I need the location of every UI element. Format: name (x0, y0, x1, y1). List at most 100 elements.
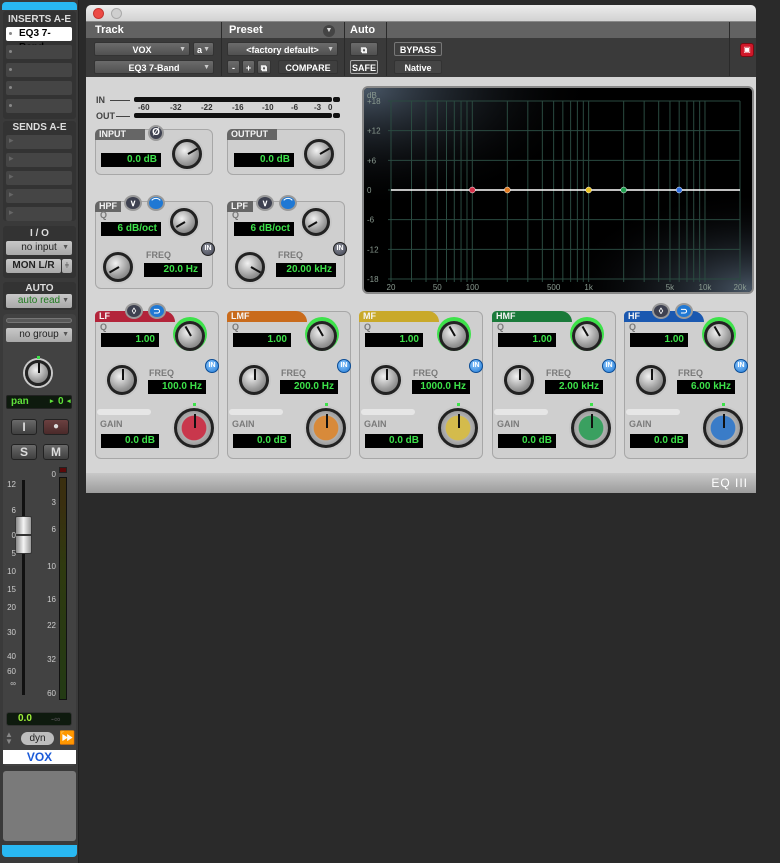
phase-invert-button[interactable]: Ø (148, 125, 164, 141)
band-gain-display[interactable]: 0.0 dB (365, 434, 423, 448)
band-gain-display[interactable]: 0.0 dB (498, 434, 556, 448)
input-selector[interactable]: no input ▼ (6, 241, 72, 255)
eq-graph[interactable]: dB +18 +12 +6 0 -6 -12 -18 20 50 100 500 1k 5k 10k 20k (362, 86, 754, 294)
safe-button[interactable]: SAFE (350, 60, 378, 74)
band-q-knob[interactable] (439, 321, 469, 351)
send-slot-d[interactable] (6, 189, 72, 203)
output-gain-display[interactable]: 0.0 dB (234, 153, 294, 167)
track-selector[interactable]: VOX ▼ (94, 42, 190, 56)
insert-slot-e[interactable] (6, 99, 72, 113)
send-slot-b[interactable] (6, 153, 72, 167)
sort-arrows-icon[interactable]: ▲ ▼ (5, 731, 13, 746)
band-in-button[interactable]: IN (205, 359, 219, 373)
band-in-button[interactable]: IN (337, 359, 351, 373)
hf-shelf-button[interactable]: ⊃ (675, 303, 693, 319)
send-slot-c[interactable] (6, 171, 72, 185)
lpf-slope-knob[interactable] (302, 208, 330, 236)
band-freq-knob[interactable] (636, 365, 666, 395)
output-clip-indicator[interactable] (333, 113, 340, 118)
dyn-button[interactable]: dyn (21, 732, 54, 745)
band-in-button[interactable]: IN (734, 359, 748, 373)
band-q-knob[interactable] (307, 321, 337, 351)
plugin-selector[interactable]: EQ3 7-Band ▼ (94, 60, 214, 74)
band-freq-display[interactable]: 100.0 Hz (148, 380, 206, 394)
band-gain-knob[interactable] (306, 408, 346, 448)
insert-position-selector[interactable]: a ▼ (193, 42, 214, 56)
band-gain-display[interactable]: 0.0 dB (630, 434, 688, 448)
band-q-knob[interactable] (175, 321, 205, 351)
track-name-label[interactable]: VOX (3, 750, 76, 764)
volume-display[interactable]: 0.0 -∞ (6, 712, 72, 726)
band-q-display[interactable]: 1.00 (498, 333, 556, 347)
next-preset-button[interactable]: + (242, 60, 255, 74)
band-q-knob[interactable] (572, 321, 602, 351)
band-in-button[interactable]: IN (469, 359, 483, 373)
hpf-freq-display[interactable]: 20.0 Hz (144, 263, 202, 277)
band-freq-display[interactable]: 1000.0 Hz (412, 380, 470, 394)
band-q-display[interactable]: 1.00 (630, 333, 688, 347)
pan-display[interactable]: pan ▸ 0 ◂ (6, 395, 72, 409)
band-q-display[interactable]: 1.00 (233, 333, 291, 347)
band-freq-knob[interactable] (239, 365, 269, 395)
insert-slot-b[interactable] (6, 45, 72, 59)
band-freq-knob[interactable] (504, 365, 534, 395)
send-slot-a[interactable] (6, 135, 72, 149)
band-q-display[interactable]: 1.00 (101, 333, 159, 347)
bypass-button[interactable]: BYPASS (394, 42, 442, 56)
band-q-knob[interactable] (704, 321, 734, 351)
hpf-freq-knob[interactable] (103, 252, 133, 282)
output-path-toggle[interactable]: ǂ (62, 259, 72, 273)
hpf-notch-button[interactable]: ∨ (124, 195, 142, 211)
hpf-slope-display[interactable]: 6 dB/oct (101, 222, 161, 236)
band-in-button[interactable]: IN (602, 359, 616, 373)
lpf-notch-button[interactable]: ∨ (256, 195, 274, 211)
band-freq-display[interactable]: 200.0 Hz (280, 380, 338, 394)
insert-slot-a[interactable]: EQ3 7-Band (6, 27, 72, 53)
output-selector[interactable]: MON L/R (6, 259, 61, 273)
record-enable-button[interactable]: ● (43, 419, 69, 435)
clip-indicator[interactable] (59, 467, 67, 473)
band-freq-display[interactable]: 2.00 kHz (545, 380, 603, 394)
band-gain-knob[interactable] (174, 408, 214, 448)
preset-selector[interactable]: <factory default> ▼ (227, 42, 338, 56)
band-freq-display[interactable]: 6.00 kHz (677, 380, 735, 394)
send-slot-e[interactable] (6, 207, 72, 221)
target-window-icon[interactable]: ▣ (740, 43, 754, 57)
hpf-slope-button[interactable]: ⌒ (147, 195, 165, 211)
preset-menu-icon[interactable]: ▼ (323, 25, 335, 37)
band-gain-knob[interactable] (571, 408, 611, 448)
minimize-window-button[interactable] (111, 8, 122, 19)
band-freq-knob[interactable] (371, 365, 401, 395)
band-gain-knob[interactable] (703, 408, 743, 448)
band-freq-knob[interactable] (107, 365, 137, 395)
band-gain-display[interactable]: 0.0 dB (101, 434, 159, 448)
band-q-display[interactable]: 1.00 (365, 333, 423, 347)
group-selector[interactable]: no group ▼ (6, 328, 72, 342)
pan-knob[interactable] (25, 360, 51, 386)
insert-slot-c[interactable] (6, 63, 72, 77)
lpf-in-button[interactable]: IN (333, 242, 347, 256)
hpf-slope-knob[interactable] (170, 208, 198, 236)
hpf-in-button[interactable]: IN (201, 242, 215, 256)
lf-shelf-button[interactable]: ⊃ (148, 303, 166, 319)
lpf-slope-button[interactable]: ⌒ (279, 195, 297, 211)
input-gain-display[interactable]: 0.0 dB (101, 153, 161, 167)
input-gain-knob[interactable] (172, 139, 202, 169)
volume-fader-handle[interactable] (15, 516, 32, 554)
comments-box[interactable] (3, 771, 76, 841)
output-gain-knob[interactable] (304, 139, 334, 169)
band-gain-knob[interactable] (438, 408, 478, 448)
window-titlebar[interactable] (86, 5, 756, 22)
input-clip-indicator[interactable] (333, 97, 340, 102)
hf-peak-button[interactable]: ◊ (652, 303, 670, 319)
compare-button[interactable]: COMPARE (278, 60, 338, 74)
previous-preset-button[interactable]: - (227, 60, 240, 74)
copy-settings-button[interactable]: ⧉ (257, 60, 271, 74)
lpf-freq-knob[interactable] (235, 252, 265, 282)
lf-peak-button[interactable]: ◊ (125, 303, 143, 319)
mute-button[interactable]: M (43, 444, 69, 460)
close-window-button[interactable] (93, 8, 104, 19)
plugin-automation-button[interactable]: ⧉ (350, 42, 378, 56)
insert-slot-d[interactable] (6, 81, 72, 95)
solo-button[interactable]: S (11, 444, 37, 460)
